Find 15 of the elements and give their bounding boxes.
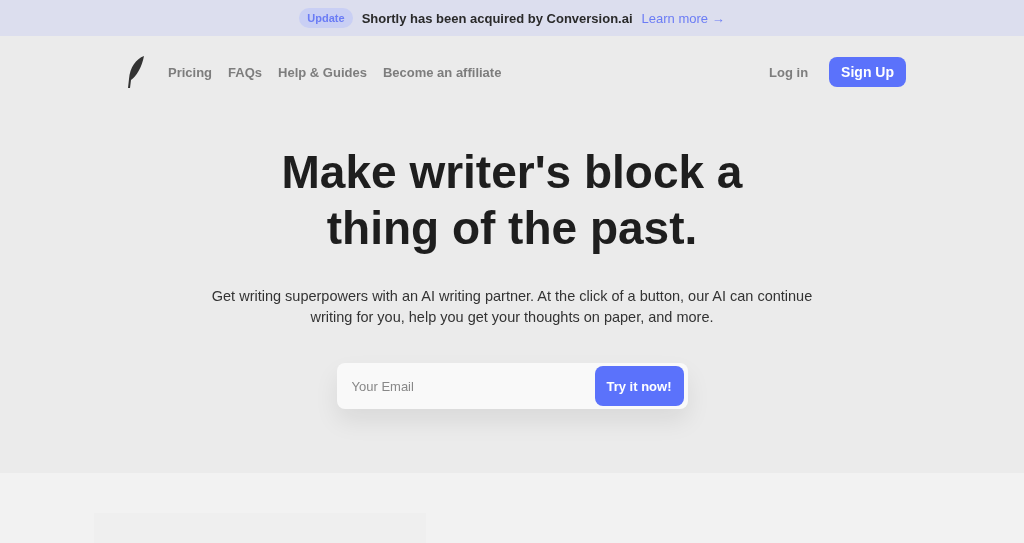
- hero-heading: thing of the past.: [326, 201, 698, 256]
- nav-link[interactable]: FAQs: [228, 64, 263, 80]
- nav-link[interactable]: Become an affiliate: [382, 64, 502, 80]
- login-link[interactable]: Log in: [769, 64, 809, 80]
- update-badge: Update: [299, 8, 353, 28]
- nav-link[interactable]: Help & Guides: [278, 64, 367, 80]
- feather-logo-icon[interactable]: [126, 55, 146, 89]
- hero-description: Get writing superpowers with an AI writing partner. At the click of a button, our AI can continue writing for you, help you get your thoughts on paper, and more.: [210, 287, 814, 327]
- signup-button[interactable]: Sign Up: [829, 57, 906, 87]
- learn-more-link[interactable]: Learn more →: [641, 10, 725, 26]
- email-form-field[interactable]: Your Email Try it now!: [336, 363, 688, 409]
- hero-heading: Make writer's block a: [281, 145, 743, 200]
- nav-link[interactable]: Pricing: [168, 64, 213, 80]
- try-now-button[interactable]: Try it now!: [594, 366, 684, 406]
- announcement-text: Shortly has been acquired by Conversion.ai: [361, 10, 633, 26]
